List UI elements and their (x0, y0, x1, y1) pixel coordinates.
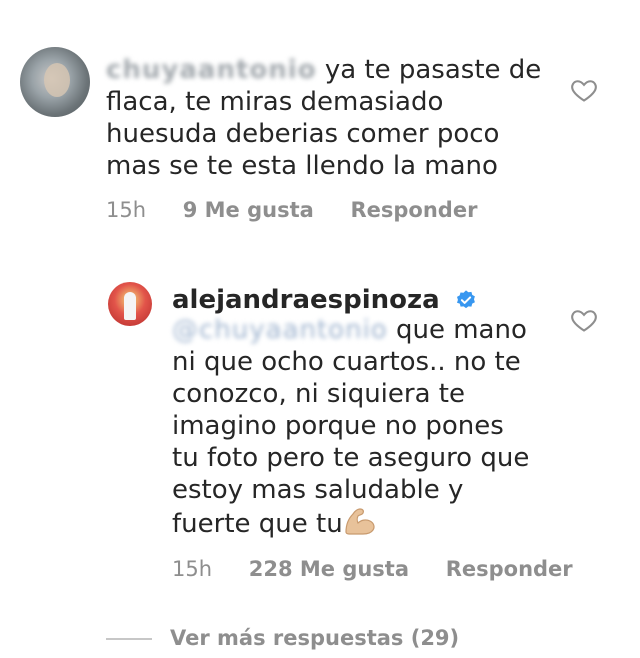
verified-badge-icon (456, 290, 475, 309)
heart-icon[interactable] (570, 306, 598, 334)
comment-line: mas se te esta llendo la mano (106, 151, 498, 181)
flexed-biceps-icon (345, 508, 375, 535)
comment-meta: 15h 228 Me gusta Responder (172, 557, 603, 581)
view-more-replies-button[interactable]: Ver más respuestas (29) (106, 626, 459, 650)
comment-time: 15h (106, 198, 147, 222)
heart-icon[interactable] (570, 76, 598, 104)
reply-button[interactable]: Responder (350, 198, 477, 222)
avatar[interactable] (20, 47, 90, 117)
comment-line: ni que ocho cuartos.. no te (172, 347, 521, 377)
view-more-label[interactable]: Ver más respuestas (29) (170, 626, 459, 650)
comment-username[interactable]: chuyaantonio (106, 54, 317, 86)
comment-line: conozco, ni siquiera te (172, 379, 465, 409)
mention-link[interactable]: @chuyaantonio (172, 314, 388, 346)
comment-line: que mano (395, 315, 527, 345)
avatar[interactable] (108, 282, 152, 326)
comment-line: tu foto pero te aseguro que (172, 443, 530, 473)
comment-meta: 15h 9 Me gusta Responder (106, 198, 507, 222)
comment-username[interactable]: alejandraespinoza (172, 285, 440, 315)
comment-time: 15h (172, 557, 213, 581)
comment-line: flaca, te miras demasiado (106, 87, 444, 117)
comment-header: alejandraespinoza (172, 285, 477, 315)
likes-count-button[interactable]: 9 Me gusta (183, 198, 314, 222)
comment-text: chuyaantonio ya te pasaste de flaca, te … (106, 54, 566, 182)
comment-text: @chuyaantonio que mano ni que ocho cuart… (172, 314, 552, 540)
comment-line: huesuda deberias comer poco (106, 119, 500, 149)
comment-line: imagino porque no pones (172, 411, 504, 441)
divider-line (106, 638, 152, 640)
reply-button[interactable]: Responder (446, 557, 573, 581)
likes-count-button[interactable]: 228 Me gusta (249, 557, 409, 581)
comment-line: ya te pasaste de (324, 55, 542, 85)
comment-line: fuerte que tu (172, 509, 343, 539)
comment-line: estoy mas saludable y (172, 475, 464, 505)
